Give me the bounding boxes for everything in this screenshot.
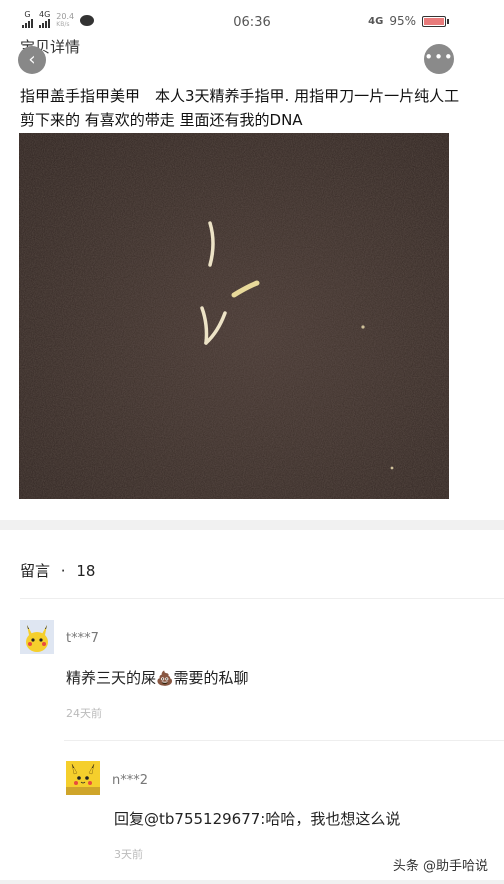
product-photo[interactable] [19, 133, 449, 499]
section-divider [0, 520, 504, 530]
bottom-divider [0, 880, 504, 884]
comments-label: 留言 [20, 562, 51, 580]
status-bar: G 4G 20.4 KB/s 06:36 4G 95% [0, 0, 504, 36]
more-dots-icon: ••• [424, 48, 454, 66]
status-right: 4G 95% [368, 14, 449, 28]
pikachu-avatar-icon [66, 761, 100, 795]
back-button[interactable]: ‹ [18, 46, 46, 74]
more-button[interactable]: ••• [424, 44, 454, 74]
avatar[interactable] [20, 620, 54, 654]
comment-username[interactable]: t***7 [66, 631, 99, 646]
comments-count: 18 [76, 562, 96, 580]
chevron-left-icon: ‹ [28, 49, 36, 70]
comments-separator: · [60, 562, 66, 580]
comment-text: 回复@tb755129677:哈哈，我也想这么说 [114, 810, 401, 828]
pikachu-avatar-icon [20, 620, 54, 654]
comment-text-part: 精养三天的屎 [66, 669, 157, 687]
divider [20, 598, 504, 599]
divider [64, 740, 504, 741]
comment-time: 3天前 [114, 848, 143, 861]
battery-percent: 95% [389, 14, 416, 28]
network-type-right: 4G [368, 15, 384, 27]
nail-clippings-image [19, 133, 449, 499]
watermark: 头条 @助手哈说 [392, 859, 488, 874]
comment-text-part: 需要的私聊 [173, 669, 249, 687]
avatar[interactable] [66, 761, 100, 795]
comment-username[interactable]: n***2 [112, 773, 148, 788]
comment-time: 24天前 [66, 707, 102, 720]
comment-text: 精养三天的屎💩需要的私聊 [66, 667, 248, 688]
battery-icon [422, 15, 449, 27]
comments-header: 留言 · 18 [20, 560, 95, 581]
poop-emoji-icon: 💩 [156, 671, 174, 687]
post-description: 指甲盖手指甲美甲 本人3天精养手指甲. 用指甲刀一片一片纯人工剪下来的 有喜欢的… [20, 87, 460, 129]
